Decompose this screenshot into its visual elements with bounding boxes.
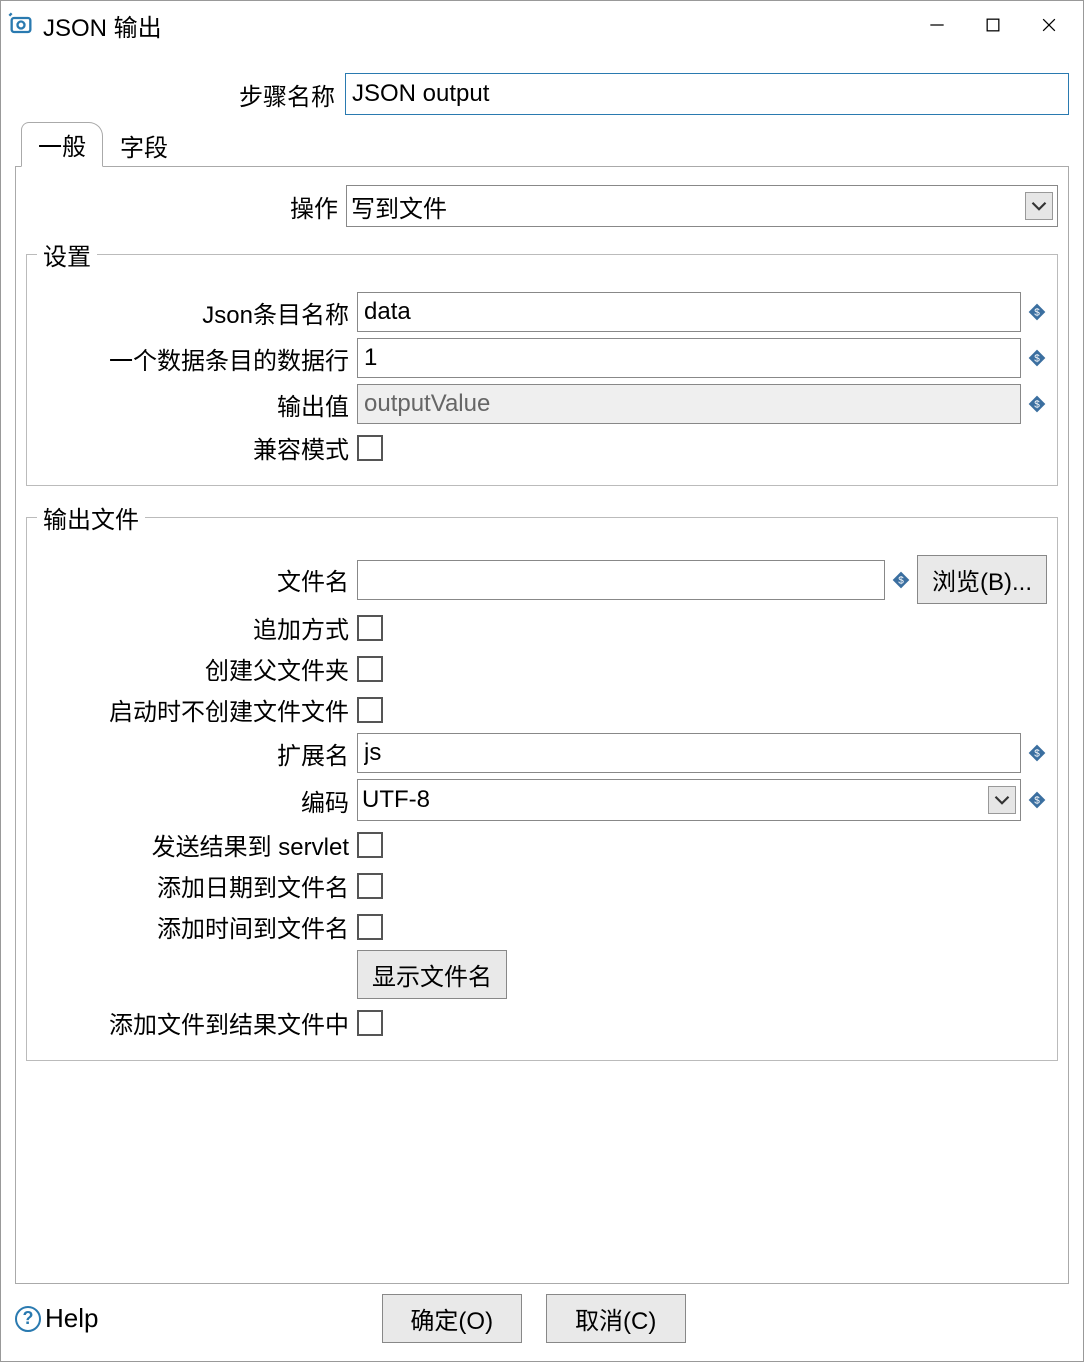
json-entry-name-row: Json条目名称 $ bbox=[37, 292, 1047, 332]
chevron-down-icon bbox=[988, 786, 1016, 814]
output-value-label: 输出值 bbox=[37, 387, 357, 422]
settings-group: 设置 Json条目名称 $ 一个数据条目的数据行 $ 输 bbox=[26, 237, 1058, 486]
add-time-row: 添加时间到文件名 bbox=[37, 909, 1047, 944]
tab-bar: 一般 字段 bbox=[15, 127, 1069, 167]
send-servlet-row: 发送结果到 servlet bbox=[37, 827, 1047, 862]
svg-text:$: $ bbox=[1034, 795, 1040, 806]
compat-mode-row: 兼容模式 bbox=[37, 430, 1047, 465]
tab-general[interactable]: 一般 bbox=[21, 122, 103, 167]
cancel-button[interactable]: 取消(C) bbox=[546, 1294, 686, 1343]
show-filename-button[interactable]: 显示文件名 bbox=[357, 950, 507, 999]
filename-row: 文件名 $ 浏览(B)... bbox=[37, 555, 1047, 604]
output-value-input bbox=[357, 384, 1021, 424]
create-parent-row: 创建父文件夹 bbox=[37, 651, 1047, 686]
step-name-input[interactable] bbox=[345, 73, 1069, 115]
dialog-window: JSON 输出 步骤名称 一般 字段 操作 写到文件 bbox=[0, 0, 1084, 1362]
tab-fields[interactable]: 字段 bbox=[103, 123, 185, 167]
compat-mode-label: 兼容模式 bbox=[37, 430, 357, 465]
data-rows-input[interactable] bbox=[357, 338, 1021, 378]
close-button[interactable] bbox=[1021, 1, 1077, 49]
create-parent-checkbox[interactable] bbox=[357, 656, 383, 682]
extension-label: 扩展名 bbox=[37, 736, 357, 771]
encoding-label: 编码 bbox=[37, 783, 357, 818]
data-rows-row: 一个数据条目的数据行 $ bbox=[37, 338, 1047, 378]
svg-text:$: $ bbox=[1034, 748, 1040, 759]
app-icon bbox=[7, 11, 35, 39]
send-servlet-label: 发送结果到 servlet bbox=[37, 827, 357, 862]
chevron-down-icon bbox=[1025, 192, 1053, 220]
svg-text:$: $ bbox=[1034, 399, 1040, 410]
variable-icon[interactable]: $ bbox=[891, 570, 911, 590]
dont-create-at-init-checkbox[interactable] bbox=[357, 697, 383, 723]
dont-create-at-init-row: 启动时不创建文件文件 bbox=[37, 692, 1047, 727]
output-value-row: 输出值 $ bbox=[37, 384, 1047, 424]
show-filename-row: 显示文件名 bbox=[37, 950, 1047, 999]
filename-label: 文件名 bbox=[37, 562, 357, 597]
output-file-legend: 输出文件 bbox=[37, 500, 145, 535]
browse-button[interactable]: 浏览(B)... bbox=[917, 555, 1047, 604]
encoding-value: UTF-8 bbox=[362, 786, 430, 814]
encoding-row: 编码 UTF-8 $ bbox=[37, 779, 1047, 821]
compat-mode-checkbox[interactable] bbox=[357, 435, 383, 461]
dont-create-at-init-label: 启动时不创建文件文件 bbox=[37, 692, 357, 727]
step-name-label: 步骤名称 bbox=[15, 77, 345, 112]
append-mode-label: 追加方式 bbox=[37, 610, 357, 645]
add-time-checkbox[interactable] bbox=[357, 914, 383, 940]
step-name-row: 步骤名称 bbox=[15, 73, 1069, 115]
variable-icon[interactable]: $ bbox=[1027, 743, 1047, 763]
json-entry-name-input[interactable] bbox=[357, 292, 1021, 332]
output-file-group: 输出文件 文件名 $ 浏览(B)... 追加方式 创建父文件夹 bbox=[26, 500, 1058, 1061]
footer-buttons: 确定(O) 取消(C) bbox=[98, 1294, 969, 1343]
encoding-select[interactable]: UTF-8 bbox=[357, 779, 1021, 821]
dialog-content: 步骤名称 一般 字段 操作 写到文件 设置 Json条目名称 bbox=[1, 49, 1083, 1284]
extension-input[interactable] bbox=[357, 733, 1021, 773]
add-date-row: 添加日期到文件名 bbox=[37, 868, 1047, 903]
help-label: Help bbox=[45, 1303, 98, 1334]
operation-label: 操作 bbox=[26, 189, 346, 224]
add-date-label: 添加日期到文件名 bbox=[37, 868, 357, 903]
help-icon: ? bbox=[15, 1306, 41, 1332]
add-to-result-checkbox[interactable] bbox=[357, 1010, 383, 1036]
operation-value: 写到文件 bbox=[351, 189, 447, 224]
maximize-button[interactable] bbox=[965, 1, 1021, 49]
variable-icon[interactable]: $ bbox=[1027, 348, 1047, 368]
svg-text:$: $ bbox=[1034, 353, 1040, 364]
variable-icon[interactable]: $ bbox=[1027, 302, 1047, 322]
add-time-label: 添加时间到文件名 bbox=[37, 909, 357, 944]
variable-icon[interactable]: $ bbox=[1027, 394, 1047, 414]
ok-button[interactable]: 确定(O) bbox=[382, 1294, 522, 1343]
json-entry-name-label: Json条目名称 bbox=[37, 295, 357, 330]
svg-text:$: $ bbox=[898, 575, 904, 586]
create-parent-label: 创建父文件夹 bbox=[37, 651, 357, 686]
svg-text:$: $ bbox=[1034, 307, 1040, 318]
dialog-footer: ? Help 确定(O) 取消(C) bbox=[1, 1284, 1083, 1361]
append-mode-row: 追加方式 bbox=[37, 610, 1047, 645]
add-to-result-label: 添加文件到结果文件中 bbox=[37, 1005, 357, 1040]
add-to-result-row: 添加文件到结果文件中 bbox=[37, 1005, 1047, 1040]
tab-general-body: 操作 写到文件 设置 Json条目名称 $ bbox=[15, 167, 1069, 1284]
window-title: JSON 输出 bbox=[43, 8, 909, 43]
extension-row: 扩展名 $ bbox=[37, 733, 1047, 773]
help-button[interactable]: ? Help bbox=[15, 1303, 98, 1334]
append-mode-checkbox[interactable] bbox=[357, 615, 383, 641]
add-date-checkbox[interactable] bbox=[357, 873, 383, 899]
minimize-button[interactable] bbox=[909, 1, 965, 49]
send-servlet-checkbox[interactable] bbox=[357, 832, 383, 858]
titlebar: JSON 输出 bbox=[1, 1, 1083, 49]
variable-icon[interactable]: $ bbox=[1027, 790, 1047, 810]
filename-input[interactable] bbox=[357, 560, 885, 600]
data-rows-label: 一个数据条目的数据行 bbox=[37, 341, 357, 376]
operation-row: 操作 写到文件 bbox=[26, 185, 1058, 227]
window-controls bbox=[909, 1, 1077, 49]
settings-legend: 设置 bbox=[37, 237, 97, 272]
operation-select[interactable]: 写到文件 bbox=[346, 185, 1058, 227]
